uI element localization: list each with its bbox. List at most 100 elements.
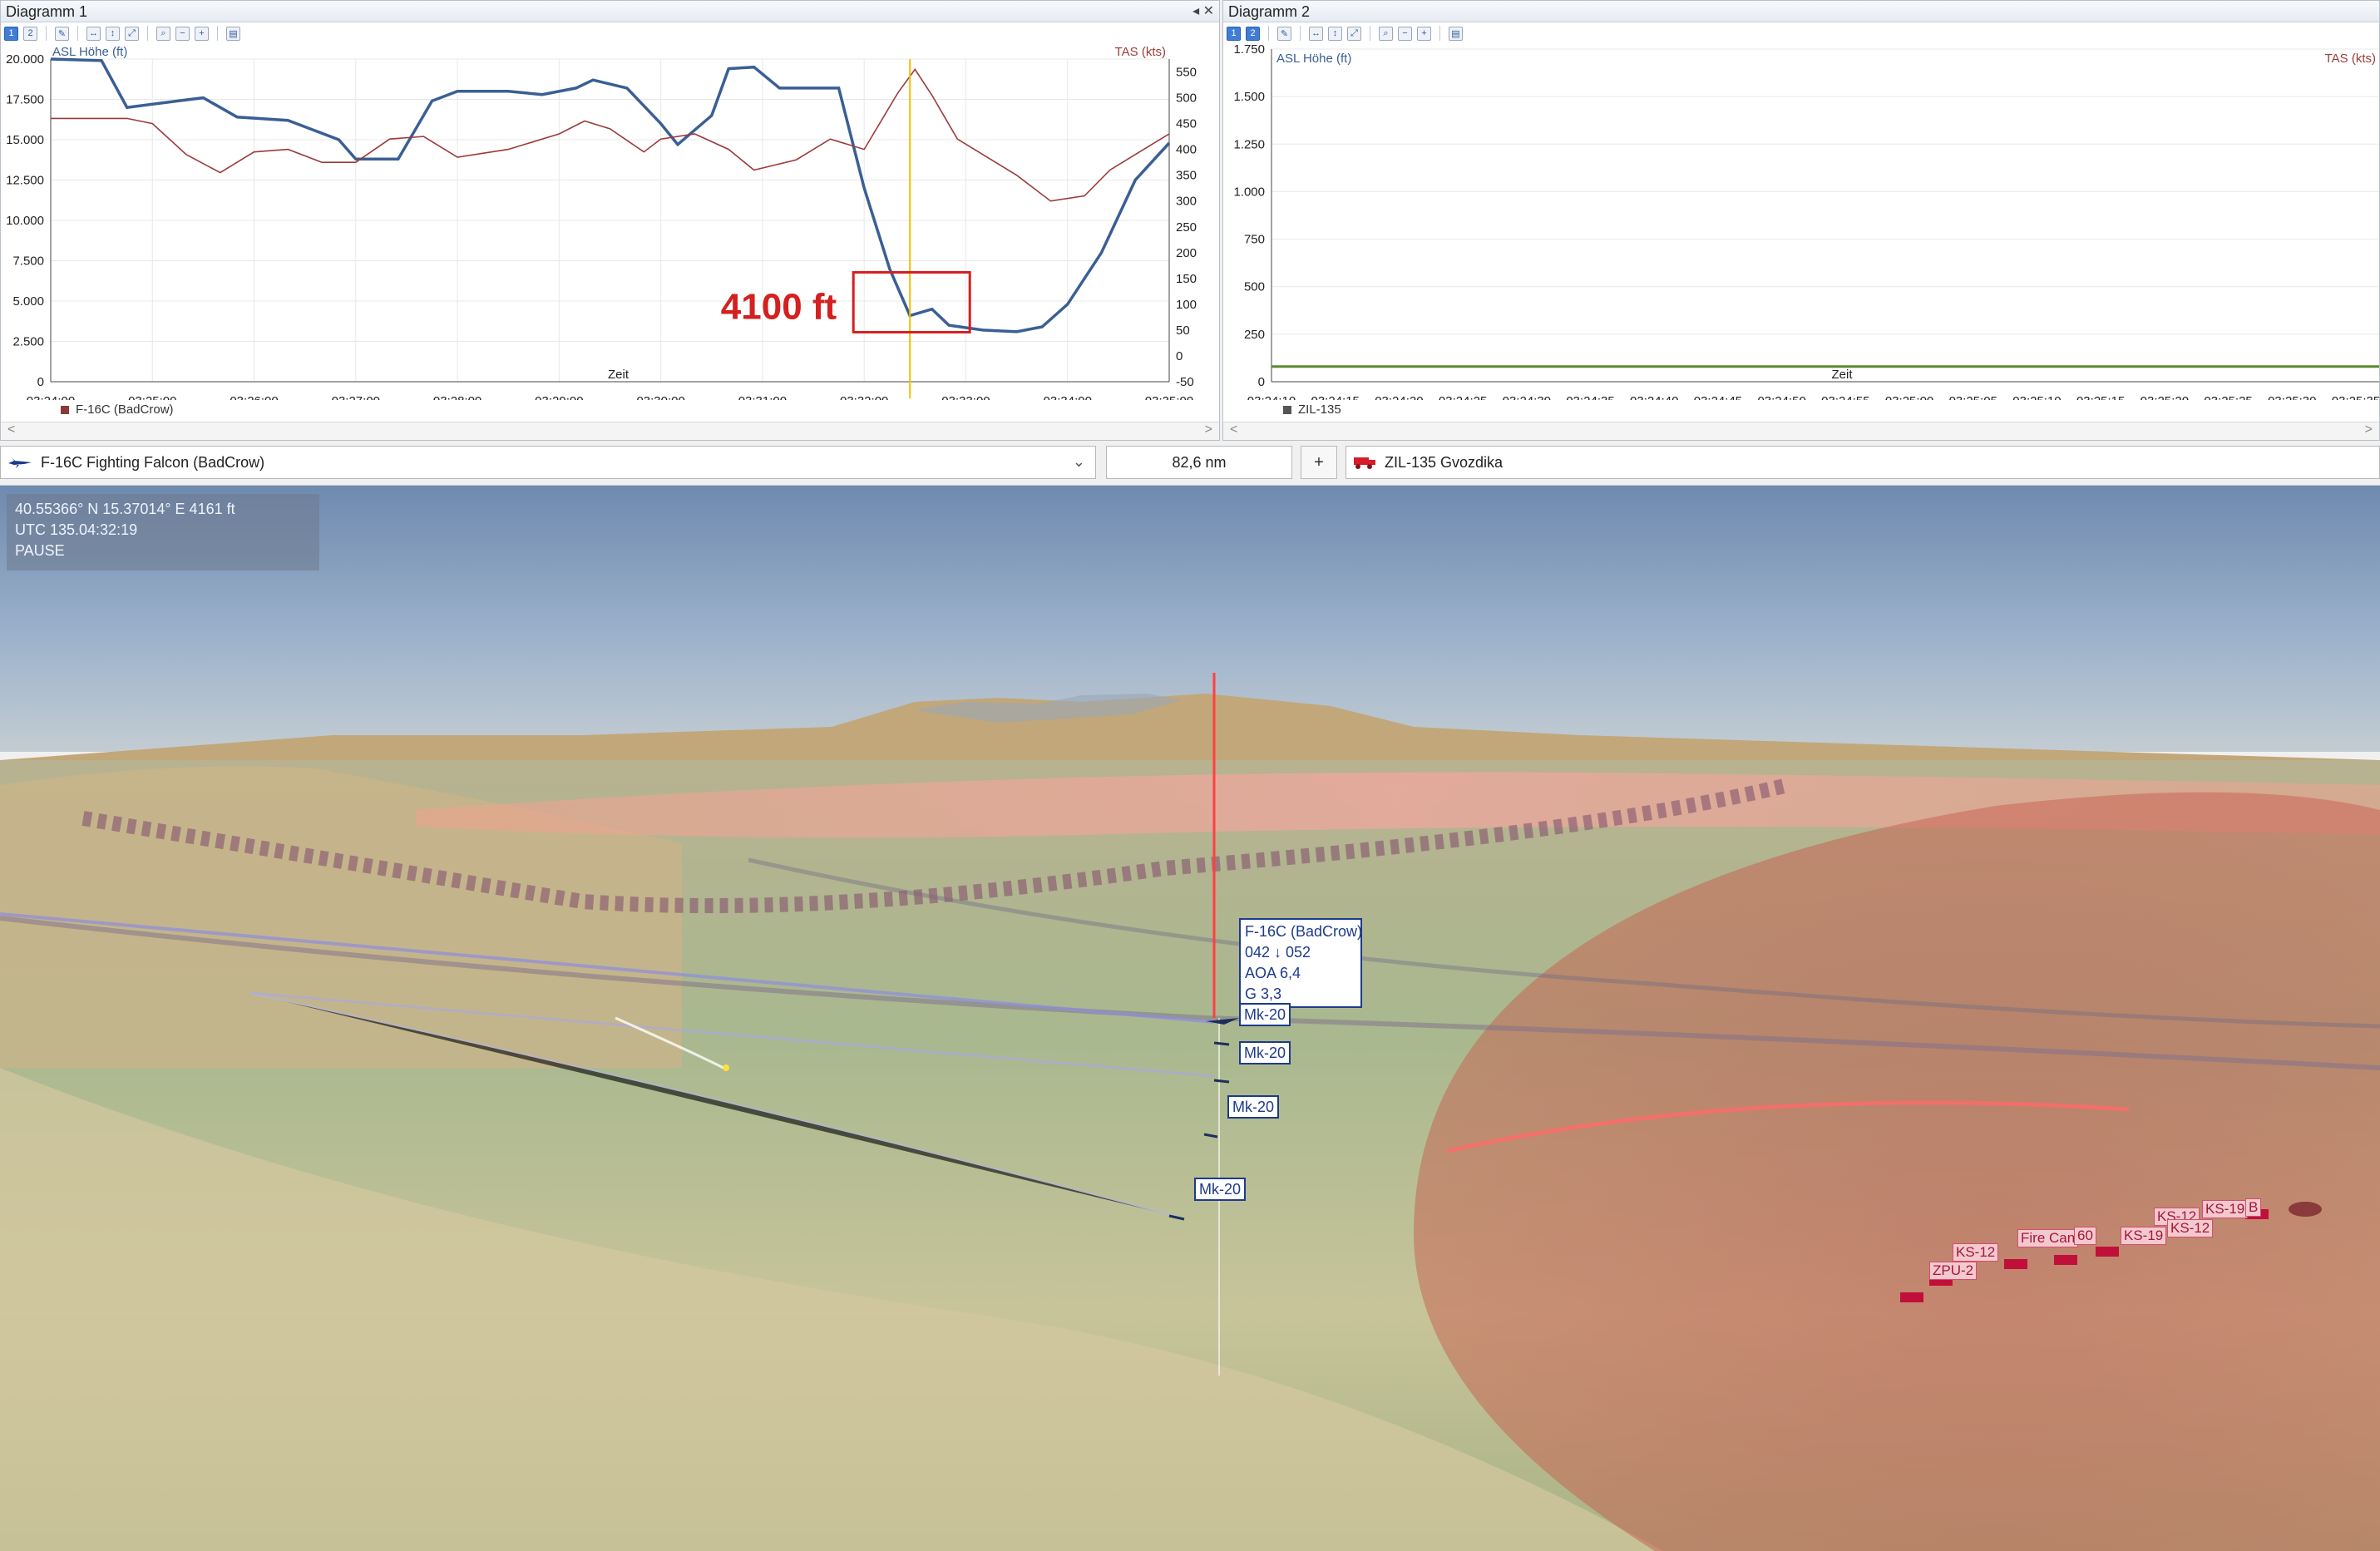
zoom-icon[interactable]: ⌕ [156,26,170,41]
x-tick-label: 03:28:00 [433,394,481,400]
ground-unit-tag[interactable]: KS-12 [1953,1243,1999,1262]
x-tick-label: 03:25:25 [2204,394,2252,400]
legend-label: F-16C (BadCrow) [76,403,174,417]
diagram-2-panel: Diagramm 2 1 2 ✎ ↔ ↕ ⤢ ⌕ − + ▤ 0 250 500 75… [1222,0,2380,441]
ground-unit-tag[interactable]: KS-19 [2202,1200,2249,1218]
export-icon[interactable]: ▤ [226,26,240,41]
3d-view[interactable]: 40.55366° N 15.37014° E 4161 ft UTC 135.… [0,486,2380,1551]
y2-tick-label: 500 [1176,91,1197,106]
y2-tick-label: 400 [1176,143,1197,157]
diagram-2-legend: ZIL-135 [1283,403,1341,417]
add-button[interactable]: + [1301,446,1337,479]
x-tick-label: 03:24:45 [1694,394,1742,400]
annotation-box [852,270,971,333]
scroll-right-arrow[interactable]: > [2365,422,2373,437]
pen-icon[interactable]: ✎ [1277,26,1291,41]
toolbar-separator [217,26,218,41]
x-tick-label: 03:24:10 [1247,394,1296,400]
toolbar-separator [1439,26,1440,41]
diagram-1-chart[interactable]: 0 2.500 5.000 7.500 10.000 12.500 15.000 17.500… [1,42,1219,400]
zoom-in-icon[interactable]: + [195,26,209,41]
diagram-1-scrollbar[interactable]: < > [1,422,1219,440]
ground-unit-tag[interactable]: 60 [2074,1227,2096,1245]
y2-axis-label: TAS (kts) [1115,45,1166,59]
aircraft-select[interactable]: F-16C Fighting Falcon (BadCrow) ⌄ [0,446,1096,479]
zoom-x-icon[interactable]: ↔ [1309,26,1323,41]
chart-mode-1-icon[interactable]: 1 [4,26,18,41]
y2-tick-label: 250 [1176,220,1197,235]
distance-value: 82,6 nm [1172,453,1227,471]
aircraft-aoa: AOA 6,4 [1245,965,1301,981]
ground-unit-tag[interactable]: Fire Can [2017,1229,2079,1247]
weapon-tag[interactable]: Mk-20 [1194,1178,1247,1201]
zoom-icon[interactable]: ⌕ [1379,26,1393,41]
x-tick-label: 03:24:40 [1630,394,1678,400]
panel-controls[interactable]: ◂ ✕ [1192,1,1214,22]
zoom-fit-icon[interactable]: ⤢ [125,26,139,41]
zoom-y-icon[interactable]: ↕ [106,26,120,41]
ground-unit-tag[interactable]: B [2245,1198,2262,1217]
aircraft-g: G 3,3 [1245,985,1282,1002]
scroll-left-arrow[interactable]: < [1230,422,1237,437]
zoom-out-icon[interactable]: − [1398,26,1412,41]
diagram-2-chart[interactable]: 0 250 500 750 1.000 1.250 1.500 1.750 03:24:10 03… [1223,42,2379,400]
x-tick-label: 03:24:25 [1439,394,1487,400]
y-tick-label: 15.000 [6,133,44,147]
hud-coordinates: 40.55366° N 15.37014° E 4161 ft [15,501,235,517]
x-tick-label: 03:31:00 [738,394,787,400]
legend-swatch [1283,405,1291,414]
zoom-fit-icon[interactable]: ⤢ [1347,26,1361,41]
chart-mode-2-icon[interactable]: 2 [23,26,37,41]
ground-unit-tag[interactable]: KS-12 [2167,1219,2214,1237]
y-axis-label: ASL Höhe (ft) [1276,52,1351,66]
y2-tick-label: 150 [1176,272,1197,286]
y-tick-label: 1.250 [1233,137,1265,151]
diagram-2-scrollbar[interactable]: < > [1223,422,2379,440]
x-axis-label: Zeit [1831,368,1853,382]
diagram-2-title-bar: Diagramm 2 [1223,1,2379,22]
zoom-y-icon[interactable]: ↕ [1328,26,1342,41]
chevron-down-icon[interactable]: ⌄ [1073,453,1085,471]
pen-icon[interactable]: ✎ [55,26,69,41]
toolbar-separator [46,26,47,41]
y-tick-label: 1.000 [1233,185,1265,199]
toolbar-separator [1300,26,1301,41]
diagram-1-panel: Diagramm 1 ◂ ✕ 1 2 ✎ ↔ ↕ ⤢ ⌕ − + ▤ 0 2.50… [0,0,1220,441]
export-icon[interactable]: ▤ [1449,26,1463,41]
y2-tick-label: 200 [1176,246,1197,260]
aircraft-info-tag[interactable]: F-16C (BadCrow) 042 ↓ 052 AOA 6,4 G 3,3 [1239,918,1362,1008]
chart-mode-1-icon[interactable]: 1 [1227,26,1241,41]
aircraft-name: F-16C (BadCrow) [1245,923,1363,940]
truck-icon [1354,457,1375,469]
y2-tick-label: 450 [1176,117,1197,131]
weapon-tag[interactable]: Mk-20 [1227,1095,1280,1119]
y-tick-label: 7.500 [12,254,44,269]
toolbar-separator [147,26,148,41]
y-tick-label: 0 [1258,375,1265,389]
zoom-out-icon[interactable]: − [175,26,190,41]
legend-swatch [61,405,69,414]
ground-unit-tag[interactable]: ZPU-2 [1929,1262,1978,1280]
terrain-scene[interactable] [0,486,2380,1551]
x-tick-label: 03:25:00 [1885,394,1933,400]
scroll-left-arrow[interactable]: < [7,422,15,437]
chart-mode-2-icon[interactable]: 2 [1246,26,1260,41]
scroll-right-arrow[interactable]: > [1205,422,1212,437]
x-tick-label: 03:24:20 [1375,394,1423,400]
ground-unit-tag[interactable]: KS-19 [2121,1227,2167,1245]
x-tick-label: 03:25:30 [2268,394,2316,400]
distance-readout: 82,6 nm [1106,446,1292,479]
y-tick-label: 1.750 [1233,42,1265,57]
x-tick-label: 03:24:00 [27,394,75,400]
zoom-in-icon[interactable]: + [1417,26,1431,41]
toolbar-separator [77,26,78,41]
weapon-tag[interactable]: Mk-20 [1239,1003,1291,1026]
zoom-x-icon[interactable]: ↔ [86,26,101,41]
diagram-2-title: Diagramm 2 [1228,3,1311,20]
x-tick-label: 03:26:00 [230,394,278,400]
weapon-tag[interactable]: Mk-20 [1239,1041,1291,1064]
target-select[interactable]: ZIL-135 Gvozdika [1346,446,2380,479]
x-tick-label: 03:24:50 [1757,394,1805,400]
x-axis-label: Zeit [608,368,630,382]
diagram-1-title-bar: Diagramm 1 ◂ ✕ [1,1,1219,22]
